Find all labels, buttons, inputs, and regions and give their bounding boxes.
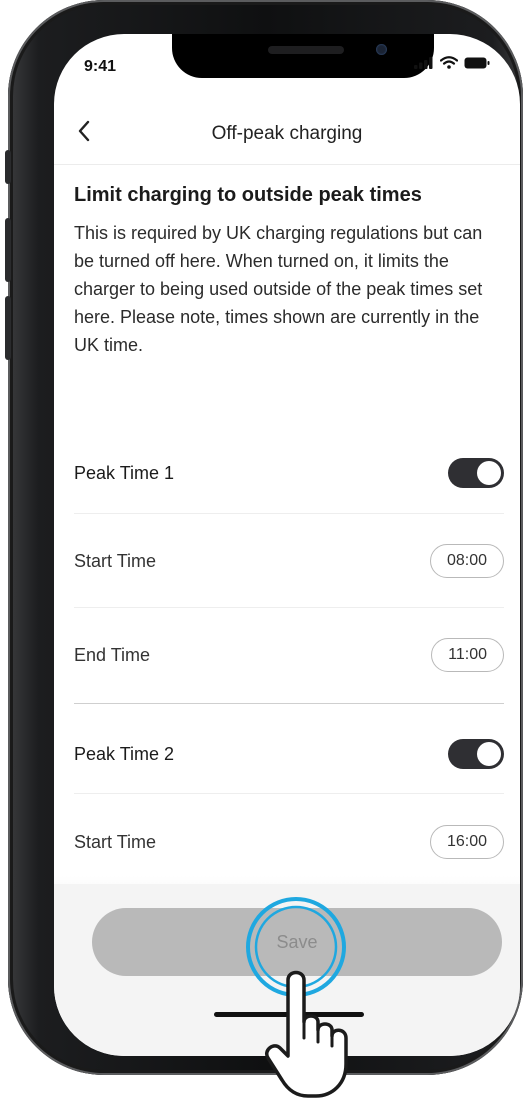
peak-time-2-start-row: Start Time 16:00 <box>74 825 504 859</box>
section-divider <box>74 703 504 704</box>
end-time-label: End Time <box>74 644 151 665</box>
notch <box>172 34 434 78</box>
status-time: 9:41 <box>84 58 117 75</box>
volume-up-button <box>5 218 11 282</box>
nav-header: Off-peak charging <box>54 104 520 165</box>
toggle-knob <box>477 742 501 766</box>
peak-time-2-row: Peak Time 2 <box>74 739 504 769</box>
peak-time-1-toggle[interactable] <box>448 458 504 488</box>
divider <box>74 513 504 514</box>
peak-time-2-start-time[interactable]: 16:00 <box>429 825 504 859</box>
section-heading: Limit charging to outside peak times <box>74 184 422 206</box>
peak-time-1-row: Peak Time 1 <box>74 458 504 488</box>
peak-time-1-label: Peak Time 1 <box>74 462 175 483</box>
mute-switch <box>5 150 11 184</box>
status-icons <box>414 56 490 69</box>
divider <box>74 607 504 608</box>
camera-icon <box>376 44 387 55</box>
start-time-label: Start Time <box>74 550 157 571</box>
toggle-knob <box>477 461 501 485</box>
pointing-hand-icon <box>265 970 348 1098</box>
wifi-icon <box>440 56 458 69</box>
section-description: This is required by UK charging regulati… <box>74 223 483 355</box>
intro-section: Limit charging to outside peak times Thi… <box>74 184 504 359</box>
battery-icon <box>464 57 490 68</box>
speaker-grille <box>268 46 344 54</box>
peak-time-1-end-time[interactable]: 11:00 <box>431 638 504 672</box>
peak-time-2-toggle[interactable] <box>448 739 504 769</box>
page-title: Off-peak charging <box>211 123 363 144</box>
peak-time-1-start-row: Start Time 08:00 <box>74 544 504 578</box>
peak-time-1-start-time[interactable]: 08:00 <box>429 544 504 578</box>
divider <box>74 793 504 794</box>
peak-time-1-end-row: End Time 11:00 <box>74 638 504 672</box>
signal-icon <box>414 56 433 69</box>
start-time-label: Start Time <box>74 831 157 852</box>
volume-down-button <box>5 296 11 360</box>
peak-time-2-label: Peak Time 2 <box>74 743 175 764</box>
